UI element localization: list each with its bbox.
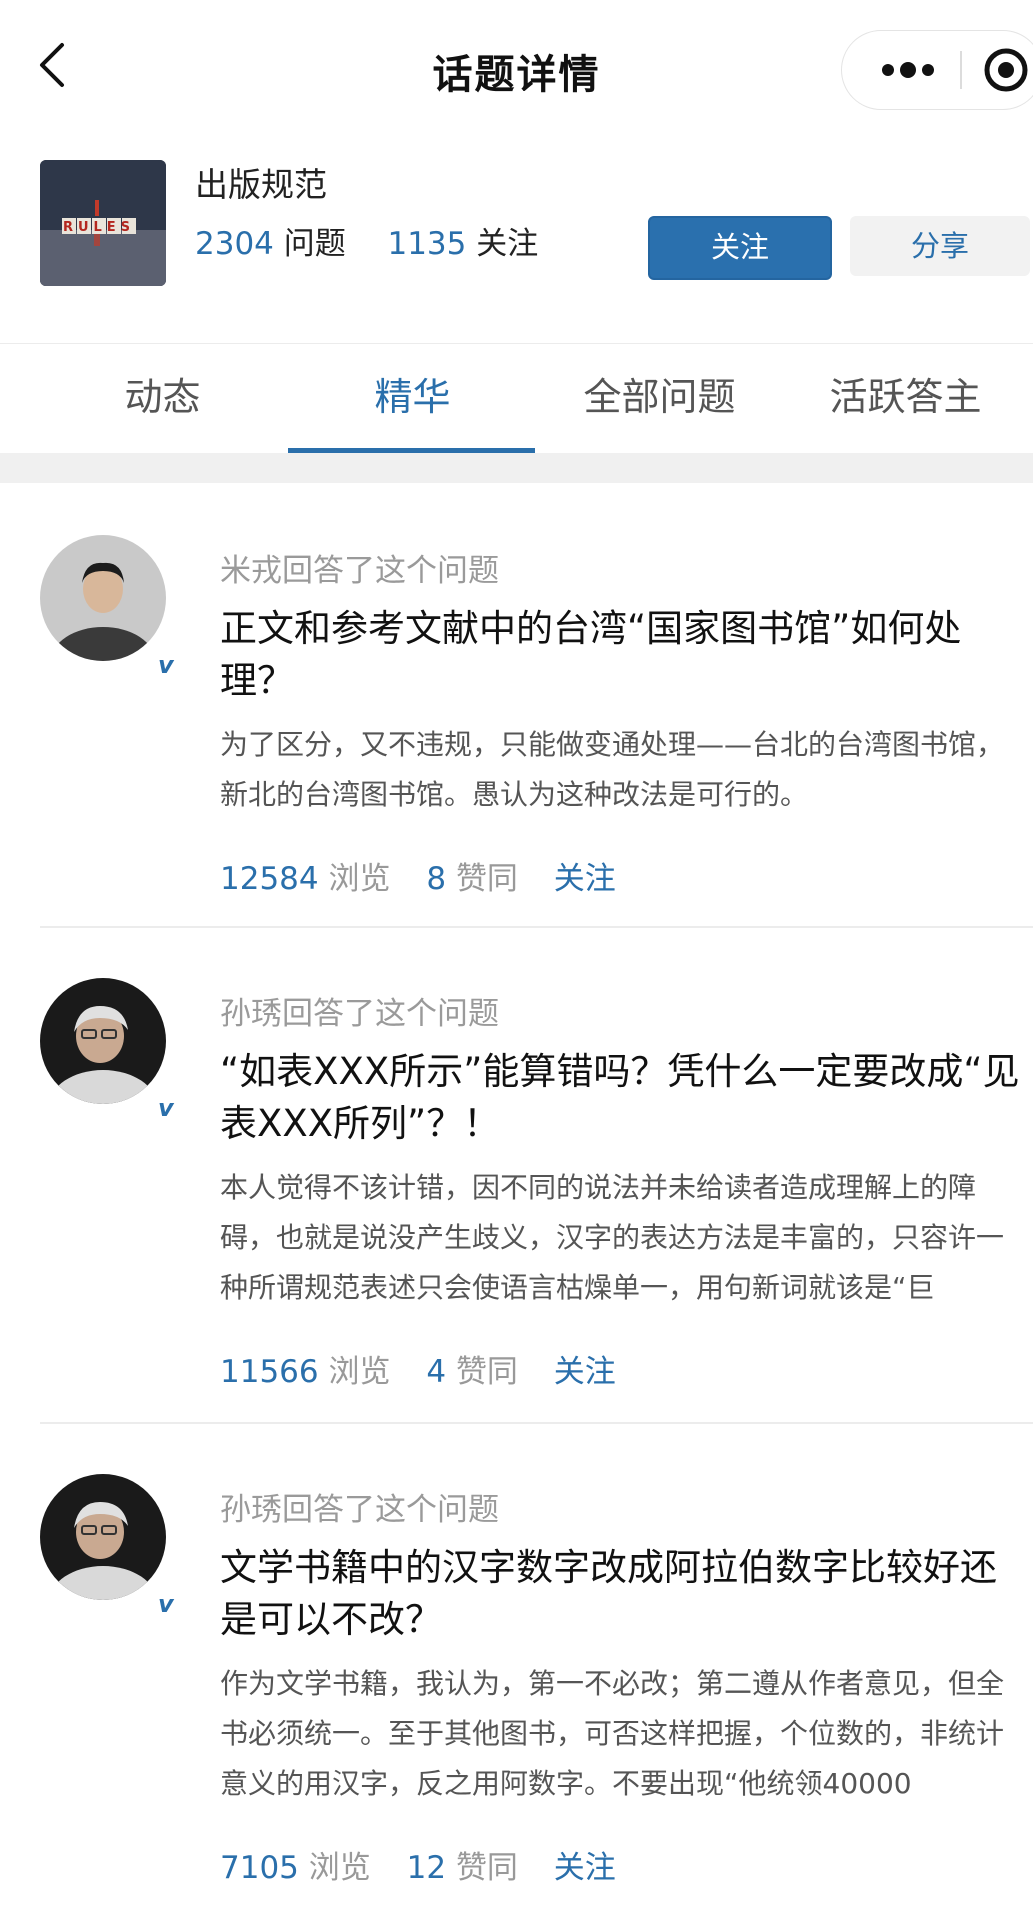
topic-name: 出版规范 <box>195 165 327 204</box>
like-label: 赞同 <box>455 1354 518 1390</box>
question-label: 问题 <box>283 226 346 262</box>
view-count: 7105 <box>220 1850 299 1886</box>
feed-item[interactable]: v 米戎回答了这个问题 正文和参考文献中的台湾“国家图书馆”如何处理？ 为了区分… <box>0 535 1033 925</box>
follow-question-link[interactable]: 关注 <box>554 861 616 897</box>
view-count: 12584 <box>220 861 319 897</box>
question-title[interactable]: 正文和参考文献中的台湾“国家图书馆”如何处理？ <box>220 603 1020 707</box>
like-count: 12 <box>406 1850 447 1886</box>
tab-active-answerers[interactable]: 活跃答主 <box>783 344 1028 452</box>
view-label: 浏览 <box>308 1850 371 1886</box>
follow-question-link[interactable]: 关注 <box>554 1850 616 1886</box>
verified-badge: v <box>158 651 174 679</box>
view-label: 浏览 <box>328 1354 391 1390</box>
more-dots-icon <box>882 62 934 78</box>
feed-item[interactable]: v 孙琇回答了这个问题 “如表XXX所示”能算错吗？凭什么一定要改成“见表XXX… <box>0 978 1033 1418</box>
verified-badge: v <box>158 1094 174 1122</box>
tab-all-questions[interactable]: 全部问题 <box>537 344 782 452</box>
section-separator <box>0 453 1033 483</box>
avatar[interactable] <box>40 978 166 1104</box>
like-count: 4 <box>426 1354 447 1390</box>
follower-count[interactable]: 1135 <box>387 226 466 262</box>
like-count: 8 <box>426 861 447 897</box>
avatar[interactable] <box>40 535 166 661</box>
avatar[interactable] <box>40 1474 166 1600</box>
person-avatar-icon <box>40 535 166 661</box>
item-divider <box>40 1422 1033 1424</box>
miniprogram-capsule <box>841 30 1033 110</box>
like-label: 赞同 <box>455 861 518 897</box>
person-avatar-icon <box>40 978 166 1104</box>
view-label: 浏览 <box>328 861 391 897</box>
tab-featured[interactable]: 精华 <box>290 344 535 452</box>
view-count: 11566 <box>220 1354 319 1390</box>
follower-label: 关注 <box>476 226 539 262</box>
like-label: 赞同 <box>455 1850 518 1886</box>
tab-activity[interactable]: 动态 <box>40 344 285 452</box>
answer-excerpt[interactable]: 本人觉得不该计错，因不同的说法并未给读者造成理解上的障碍，也就是说没产生歧义，汉… <box>220 1163 1030 1313</box>
topic-header: RULES 出版规范 2304 问题 1135 关注 关注 分享 <box>0 140 1033 340</box>
question-count[interactable]: 2304 <box>195 226 274 262</box>
feed-item[interactable]: v 孙琇回答了这个问题 文学书籍中的汉字数字改成阿拉伯数字比较好还是可以不改？ … <box>0 1474 1033 1914</box>
question-title[interactable]: “如表XXX所示”能算错吗？凭什么一定要改成“见表XXX所列”？！ <box>220 1046 1020 1150</box>
person-avatar-icon <box>40 1474 166 1600</box>
item-meta: 12584 浏览 8 赞同 关注 <box>220 853 616 898</box>
target-icon <box>984 48 1028 92</box>
item-divider <box>40 926 1033 928</box>
topic-cover-image: RULES <box>40 160 166 286</box>
answer-actor: 孙琇回答了这个问题 <box>220 996 499 1032</box>
topic-stats: 2304 问题 1135 关注 <box>195 218 538 263</box>
rules-cover-graphic: RULES <box>40 160 166 286</box>
cover-text: RULES <box>63 220 135 235</box>
answer-actor: 米戎回答了这个问题 <box>220 553 499 589</box>
answer-actor: 孙琇回答了这个问题 <box>220 1492 499 1528</box>
more-button[interactable] <box>862 31 952 109</box>
nav-bar: 话题详情 <box>0 0 1033 140</box>
answer-excerpt[interactable]: 为了区分，又不违规，只能做变通处理——台北的台湾图书馆，新北的台湾图书馆。愚认为… <box>220 720 1030 820</box>
tab-bar: 动态 精华 全部问题 活跃答主 <box>0 343 1033 454</box>
close-miniprogram-button[interactable] <box>978 31 1033 109</box>
capsule-divider <box>960 51 962 89</box>
share-button[interactable]: 分享 <box>850 216 1030 276</box>
follow-question-link[interactable]: 关注 <box>554 1354 616 1390</box>
answer-excerpt[interactable]: 作为文学书籍，我认为，第一不必改；第二遵从作者意见，但全书必须统一。至于其他图书… <box>220 1659 1030 1809</box>
question-title[interactable]: 文学书籍中的汉字数字改成阿拉伯数字比较好还是可以不改？ <box>220 1542 1020 1646</box>
item-meta: 11566 浏览 4 赞同 关注 <box>220 1346 616 1391</box>
verified-badge: v <box>158 1590 174 1618</box>
follow-topic-button[interactable]: 关注 <box>648 216 832 280</box>
item-meta: 7105 浏览 12 赞同 关注 <box>220 1842 616 1887</box>
